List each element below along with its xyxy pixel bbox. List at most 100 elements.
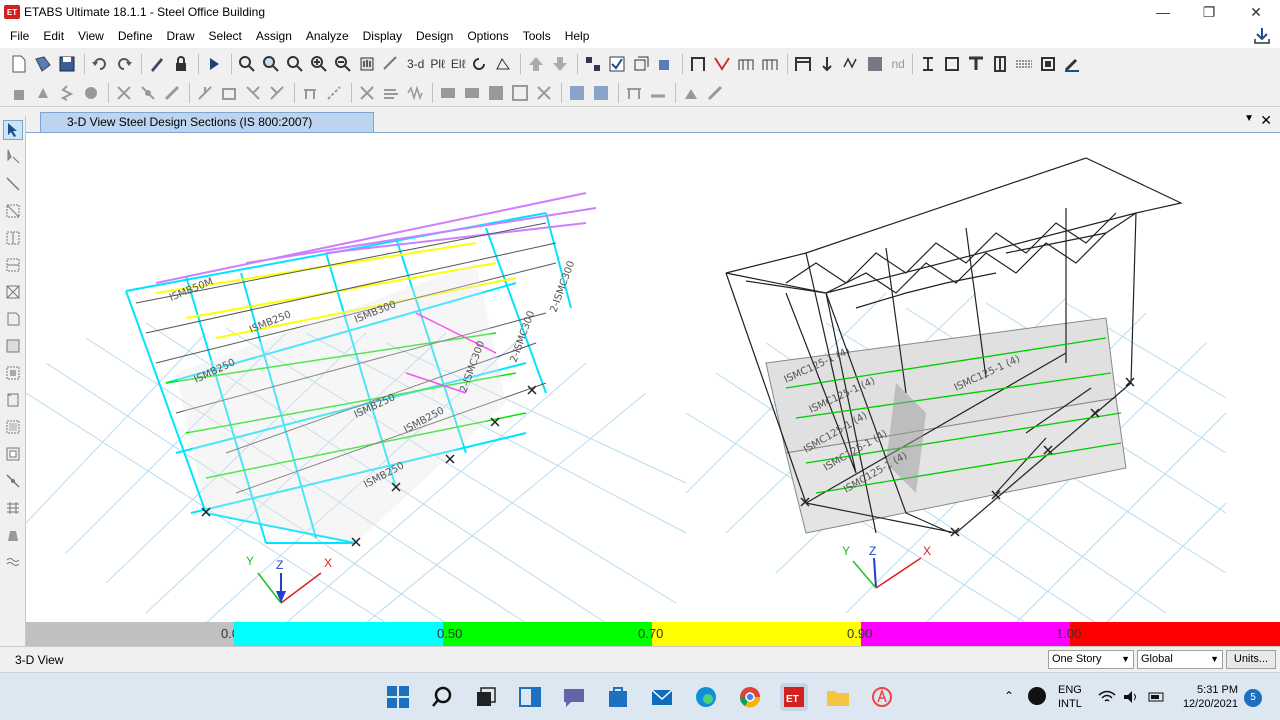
assign-group-button[interactable] [437, 82, 459, 104]
elevation-view-button[interactable]: Elℓ [448, 57, 469, 71]
tab-dropdown-icon[interactable]: ▼ [1244, 113, 1254, 124]
assign-load-button[interactable] [194, 82, 216, 104]
assign-hinge-button[interactable] [533, 82, 555, 104]
search-button[interactable] [428, 683, 456, 711]
assign-spandrel-button[interactable] [242, 82, 264, 104]
quick-frame-button[interactable] [3, 228, 23, 248]
perspective-button[interactable] [492, 53, 514, 75]
quick-floor-button[interactable] [3, 363, 23, 383]
draw-column-button[interactable] [917, 53, 939, 75]
quick-column-button[interactable] [3, 255, 23, 275]
zoom-previous-button[interactable] [284, 53, 306, 75]
restore-view-button[interactable] [260, 53, 282, 75]
assign-area-load-button[interactable] [299, 82, 321, 104]
story-select[interactable]: One Story ▼ [1048, 650, 1134, 669]
draw-joint-button[interactable] [3, 174, 23, 194]
mail-button[interactable] [648, 683, 676, 711]
assign-restraint-button[interactable] [32, 82, 54, 104]
design-beam-button[interactable] [623, 82, 645, 104]
draw-wall-area-button[interactable] [3, 390, 23, 410]
zoom-out-button[interactable] [332, 53, 354, 75]
menu-select[interactable]: Select [202, 24, 249, 48]
draw-grid-button[interactable] [3, 498, 23, 518]
teams-chat-button[interactable] [560, 683, 588, 711]
assign-release-button[interactable] [137, 82, 159, 104]
coordinate-system-select[interactable]: Global ▼ [1137, 650, 1223, 669]
draw-rect-floor-button[interactable] [3, 336, 23, 356]
object-shrink-button[interactable] [582, 53, 604, 75]
menu-assign[interactable]: Assign [249, 24, 299, 48]
run-analysis-button[interactable] [203, 53, 225, 75]
quick-wall-button[interactable] [3, 417, 23, 437]
widgets-button[interactable] [516, 683, 544, 711]
menu-file[interactable]: File [3, 24, 36, 48]
show-undeformed-button[interactable] [630, 53, 652, 75]
volume-icon[interactable] [1122, 689, 1140, 705]
design-check-button[interactable] [566, 82, 588, 104]
close-button[interactable]: ✕ [1233, 0, 1279, 24]
assign-link-button[interactable] [323, 82, 345, 104]
tray-chevron-up-icon[interactable]: ⌃ [1004, 689, 1014, 703]
set-display-button[interactable] [606, 53, 628, 75]
lock-button[interactable] [170, 53, 192, 75]
draw-link-button[interactable] [3, 471, 23, 491]
anydesk-button[interactable] [868, 683, 896, 711]
display-forces-button[interactable] [711, 53, 733, 75]
minimize-button[interactable]: — [1140, 0, 1186, 24]
draw-wall-stack-button[interactable] [3, 552, 23, 572]
quick-brace-button[interactable] [3, 282, 23, 302]
draw-button[interactable] [146, 53, 168, 75]
pan-button[interactable] [356, 53, 378, 75]
wifi-icon[interactable] [1098, 689, 1116, 705]
assign-frame-section-button[interactable] [113, 82, 135, 104]
draw-area-button[interactable] [941, 53, 963, 75]
task-view-button[interactable] [472, 683, 500, 711]
assign-spring-button[interactable] [56, 82, 78, 104]
menu-view[interactable]: View [71, 24, 111, 48]
extrude-view-button[interactable] [654, 53, 676, 75]
assign-seismic-button[interactable] [404, 82, 426, 104]
display-shapes-button[interactable] [840, 53, 862, 75]
move-down-button[interactable] [549, 53, 571, 75]
reshape-button[interactable] [3, 147, 23, 167]
download-icon[interactable] [1252, 26, 1272, 46]
pointer-button[interactable] [2, 120, 23, 140]
display-tables-button[interactable] [792, 53, 814, 75]
new-model-button[interactable] [8, 53, 30, 75]
undo-button[interactable] [89, 53, 111, 75]
tab-3d-view[interactable]: 3-D View Steel Design Sections (IS 800:2… [40, 112, 374, 132]
assign-section-cut-button[interactable] [509, 82, 531, 104]
draw-wall-button[interactable] [1013, 53, 1035, 75]
draw-opening-button[interactable] [1037, 53, 1059, 75]
assign-offset-button[interactable] [161, 82, 183, 104]
measure-button[interactable] [380, 53, 402, 75]
draw-frame-button[interactable] [3, 201, 23, 221]
menu-define[interactable]: Define [111, 24, 160, 48]
menu-options[interactable]: Options [460, 24, 515, 48]
move-up-button[interactable] [525, 53, 547, 75]
display-shear-button[interactable] [759, 53, 781, 75]
display-moment-button[interactable] [735, 53, 757, 75]
start-button[interactable] [384, 683, 412, 711]
design-column-button[interactable] [647, 82, 669, 104]
view-3d-button[interactable]: 3-d [404, 57, 427, 71]
assign-wind-button[interactable] [380, 82, 402, 104]
draw-tendon-button[interactable] [3, 525, 23, 545]
design-brace-button[interactable] [680, 82, 702, 104]
chrome-button[interactable] [736, 683, 764, 711]
tab-close-icon[interactable]: ✕ [1260, 112, 1272, 129]
menu-display[interactable]: Display [356, 24, 409, 48]
assign-mass-button[interactable] [80, 82, 102, 104]
assign-story-button[interactable] [461, 82, 483, 104]
save-button[interactable] [56, 53, 78, 75]
menu-draw[interactable]: Draw [160, 24, 202, 48]
design-optimize-button[interactable] [590, 82, 612, 104]
display-image-button[interactable] [864, 53, 886, 75]
assign-temp-button[interactable] [356, 82, 378, 104]
edge-button[interactable] [692, 683, 720, 711]
draw-floor-button[interactable] [3, 309, 23, 329]
zoom-window-button[interactable] [236, 53, 258, 75]
units-button[interactable]: Units... [1226, 650, 1276, 669]
model-canvas[interactable]: ISMB50M ISMB250 ISMB300 ISMB250 ISMB250 … [26, 132, 1280, 623]
assign-grid-button[interactable] [485, 82, 507, 104]
